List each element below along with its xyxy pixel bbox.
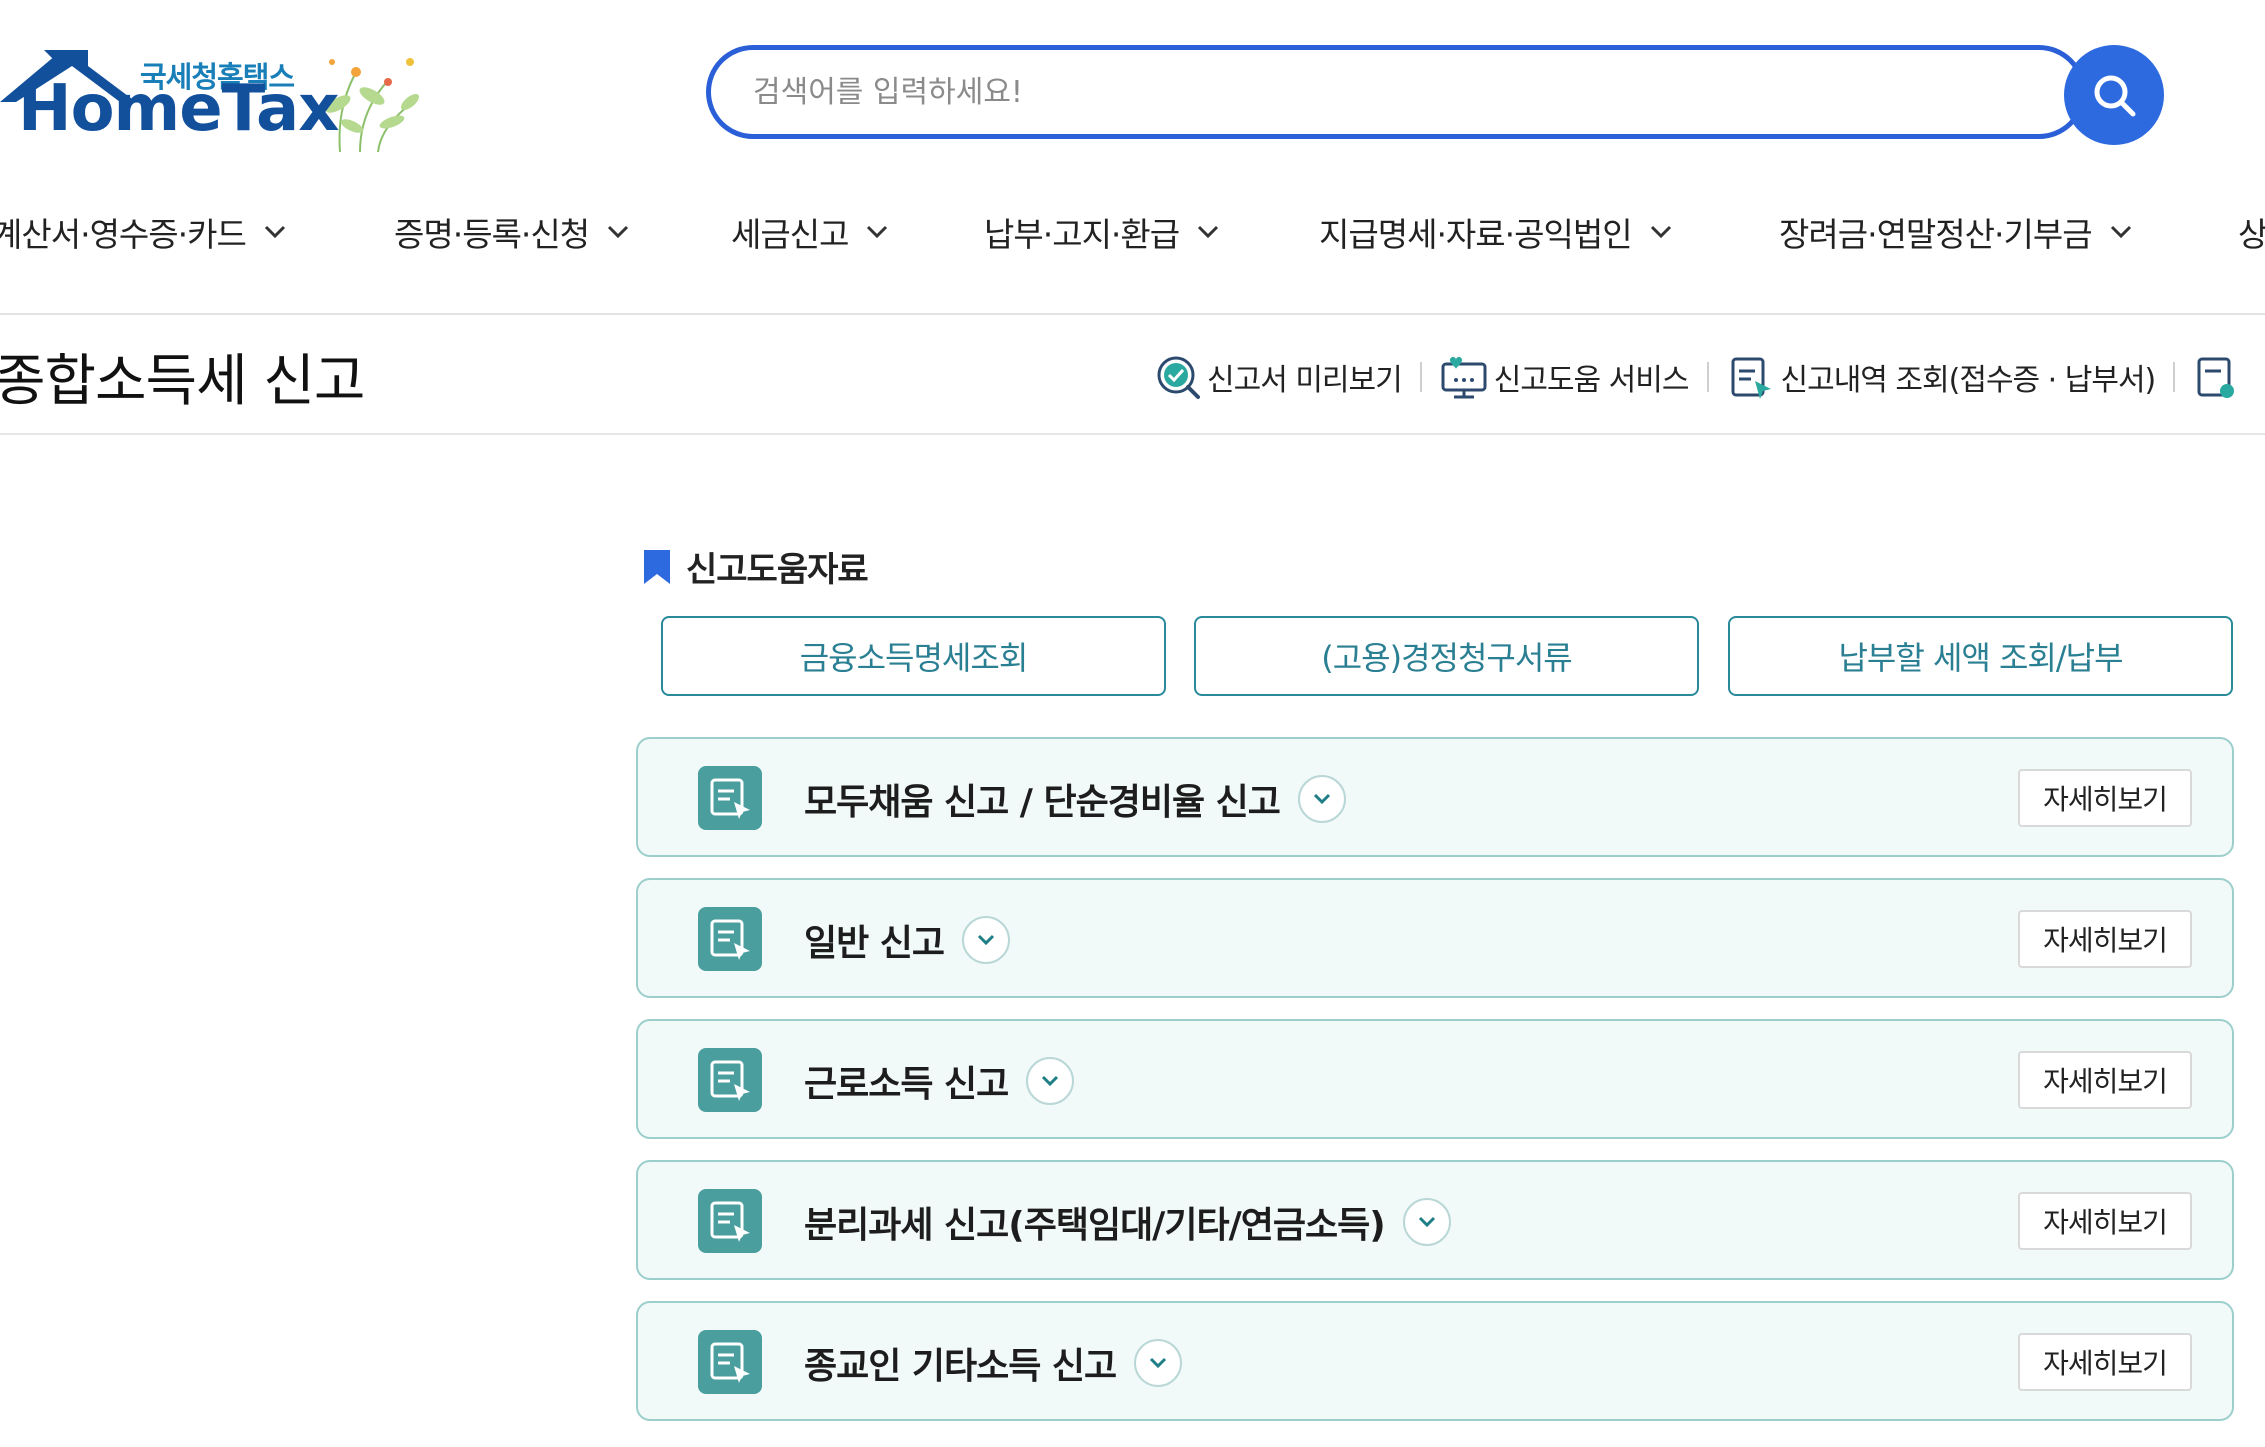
nav-item-tax-filing[interactable]: 세금신고 [731, 208, 888, 256]
filing-card-title: 모두채움 신고 / 단순경비율 신고 [804, 782, 1281, 823]
correction-claim-documents-button[interactable]: (고용)경정청구서류 [1194, 616, 1699, 696]
expand-toggle[interactable] [1134, 1339, 1183, 1387]
chevron-down-icon [2110, 225, 2131, 239]
quick-link-filing-history[interactable]: 신고내역 조회(접수증 · 납부서) [1727, 353, 2156, 401]
filing-card-title: 분리과세 신고(주택임대/기타/연금소득) [804, 1205, 1386, 1246]
nav-item-label: 계산서·영수증·카드 [0, 215, 247, 254]
filing-form-icon [698, 1330, 762, 1394]
chevron-down-icon [1418, 1216, 1435, 1228]
bookmark-icon [644, 549, 670, 584]
nav-item-label: 납부·고지·환급 [984, 215, 1180, 254]
page-title: 종합소득세 신고 [0, 349, 365, 414]
filing-form-icon [698, 1048, 762, 1112]
nav-divider [0, 313, 2265, 315]
expand-toggle[interactable] [1297, 775, 1346, 823]
expand-toggle[interactable] [1026, 1057, 1075, 1105]
hometax-logo[interactable]: 국세청홈택스 HomeTax [0, 44, 430, 154]
quick-link-separator [2173, 362, 2176, 392]
quick-link-label: 신고도움 서비스 [1493, 363, 1690, 398]
nav-item-label: 지급명세·자료·공익법인 [1319, 215, 1633, 254]
preview-check-icon [1157, 356, 1200, 399]
filing-card-earned-income[interactable]: 근로소득 신고 자세히보기 [636, 1019, 2234, 1139]
filing-card-prefilled[interactable]: 모두채움 신고 / 단순경비율 신고 자세히보기 [636, 737, 2234, 857]
chevron-down-icon [977, 934, 995, 946]
title-divider [0, 433, 2265, 435]
section-heading: 신고도움자료 [642, 542, 869, 591]
nav-item-label: 상 [2238, 215, 2265, 254]
nav-item-certificates[interactable]: 증명·등록·신청 [394, 208, 629, 256]
tax-payment-lookup-button[interactable]: 납부할 세액 조회/납부 [1728, 616, 2233, 696]
filing-form-icon [698, 1189, 762, 1253]
chevron-down-icon [1150, 1357, 1167, 1369]
detail-button[interactable]: 자세히보기 [2018, 1333, 2192, 1391]
nav-item-label: 세금신고 [731, 215, 849, 254]
nav-item-payment-statements[interactable]: 지급명세·자료·공익법인 [1319, 208, 1672, 256]
quick-link-help-service[interactable]: 신고도움 서비스 [1440, 354, 1689, 400]
detail-button[interactable]: 자세히보기 [2018, 910, 2192, 968]
search-box [706, 45, 2086, 139]
nav-item-invoices[interactable]: 계산서·영수증·카드 [0, 208, 286, 256]
expand-toggle[interactable] [1402, 1198, 1451, 1246]
filing-form-icon [698, 766, 762, 830]
chevron-down-icon [1042, 1075, 1059, 1087]
nav-item-more[interactable]: 상 [2238, 208, 2265, 256]
quick-link-label: 신고내역 조회(접수증 · 납부서) [1780, 363, 2157, 398]
detail-button[interactable]: 자세히보기 [2018, 1051, 2192, 1109]
main-nav: 계산서·영수증·카드 증명·등록·신청 세금신고 납부·고지·환급 지급명세·자… [0, 200, 2265, 264]
filing-card-title: 종교인 기타소득 신고 [804, 1346, 1117, 1387]
expand-toggle[interactable] [962, 916, 1011, 964]
nav-item-label: 증명·등록·신청 [394, 215, 590, 254]
quick-link-label: 신고서 미리보기 [1207, 363, 1403, 398]
nav-item-incentives[interactable]: 장려금·연말정산·기부금 [1779, 208, 2132, 256]
chevron-down-icon [264, 225, 285, 239]
filing-card-general[interactable]: 일반 신고 자세히보기 [636, 878, 2234, 998]
chevron-down-icon [608, 225, 629, 239]
filing-card-religious[interactable]: 종교인 기타소득 신고 자세히보기 [636, 1301, 2234, 1421]
quick-links: 신고서 미리보기 신고도움 서비스 신고내역 조회(접수증 · 납부서) [1155, 350, 2241, 404]
history-document-icon [1731, 357, 1771, 399]
detail-button[interactable]: 자세히보기 [2018, 769, 2192, 827]
logo-wordmark: HomeTax [18, 72, 339, 146]
chevron-down-icon [1198, 225, 1219, 239]
nav-item-payment[interactable]: 납부·고지·환급 [984, 208, 1219, 256]
nav-item-label: 장려금·연말정산·기부금 [1779, 215, 2093, 254]
quick-link-separator [1706, 362, 1709, 392]
financial-income-lookup-button[interactable]: 금융소득명세조회 [661, 616, 1166, 696]
search-input[interactable] [753, 50, 1973, 134]
search-button[interactable] [2064, 45, 2164, 145]
detail-button[interactable]: 자세히보기 [2018, 1192, 2192, 1250]
chevron-down-icon [867, 225, 888, 239]
chevron-down-icon [1650, 225, 1671, 239]
filing-form-icon [698, 907, 762, 971]
help-monitor-icon [1441, 357, 1487, 399]
filing-card-title: 일반 신고 [804, 923, 945, 964]
search-icon [2094, 75, 2136, 117]
quick-link-more[interactable] [2193, 353, 2241, 401]
section-heading-label: 신고도움자료 [686, 550, 869, 590]
filing-card-separate-taxation[interactable]: 분리과세 신고(주택임대/기타/연금소득) 자세히보기 [636, 1160, 2234, 1280]
chevron-down-icon [1313, 793, 1330, 805]
quick-link-preview[interactable]: 신고서 미리보기 [1155, 354, 1403, 400]
quick-link-separator [1419, 362, 1422, 392]
filing-card-title: 근로소득 신고 [804, 1064, 1009, 1105]
document-icon [2197, 357, 2235, 398]
